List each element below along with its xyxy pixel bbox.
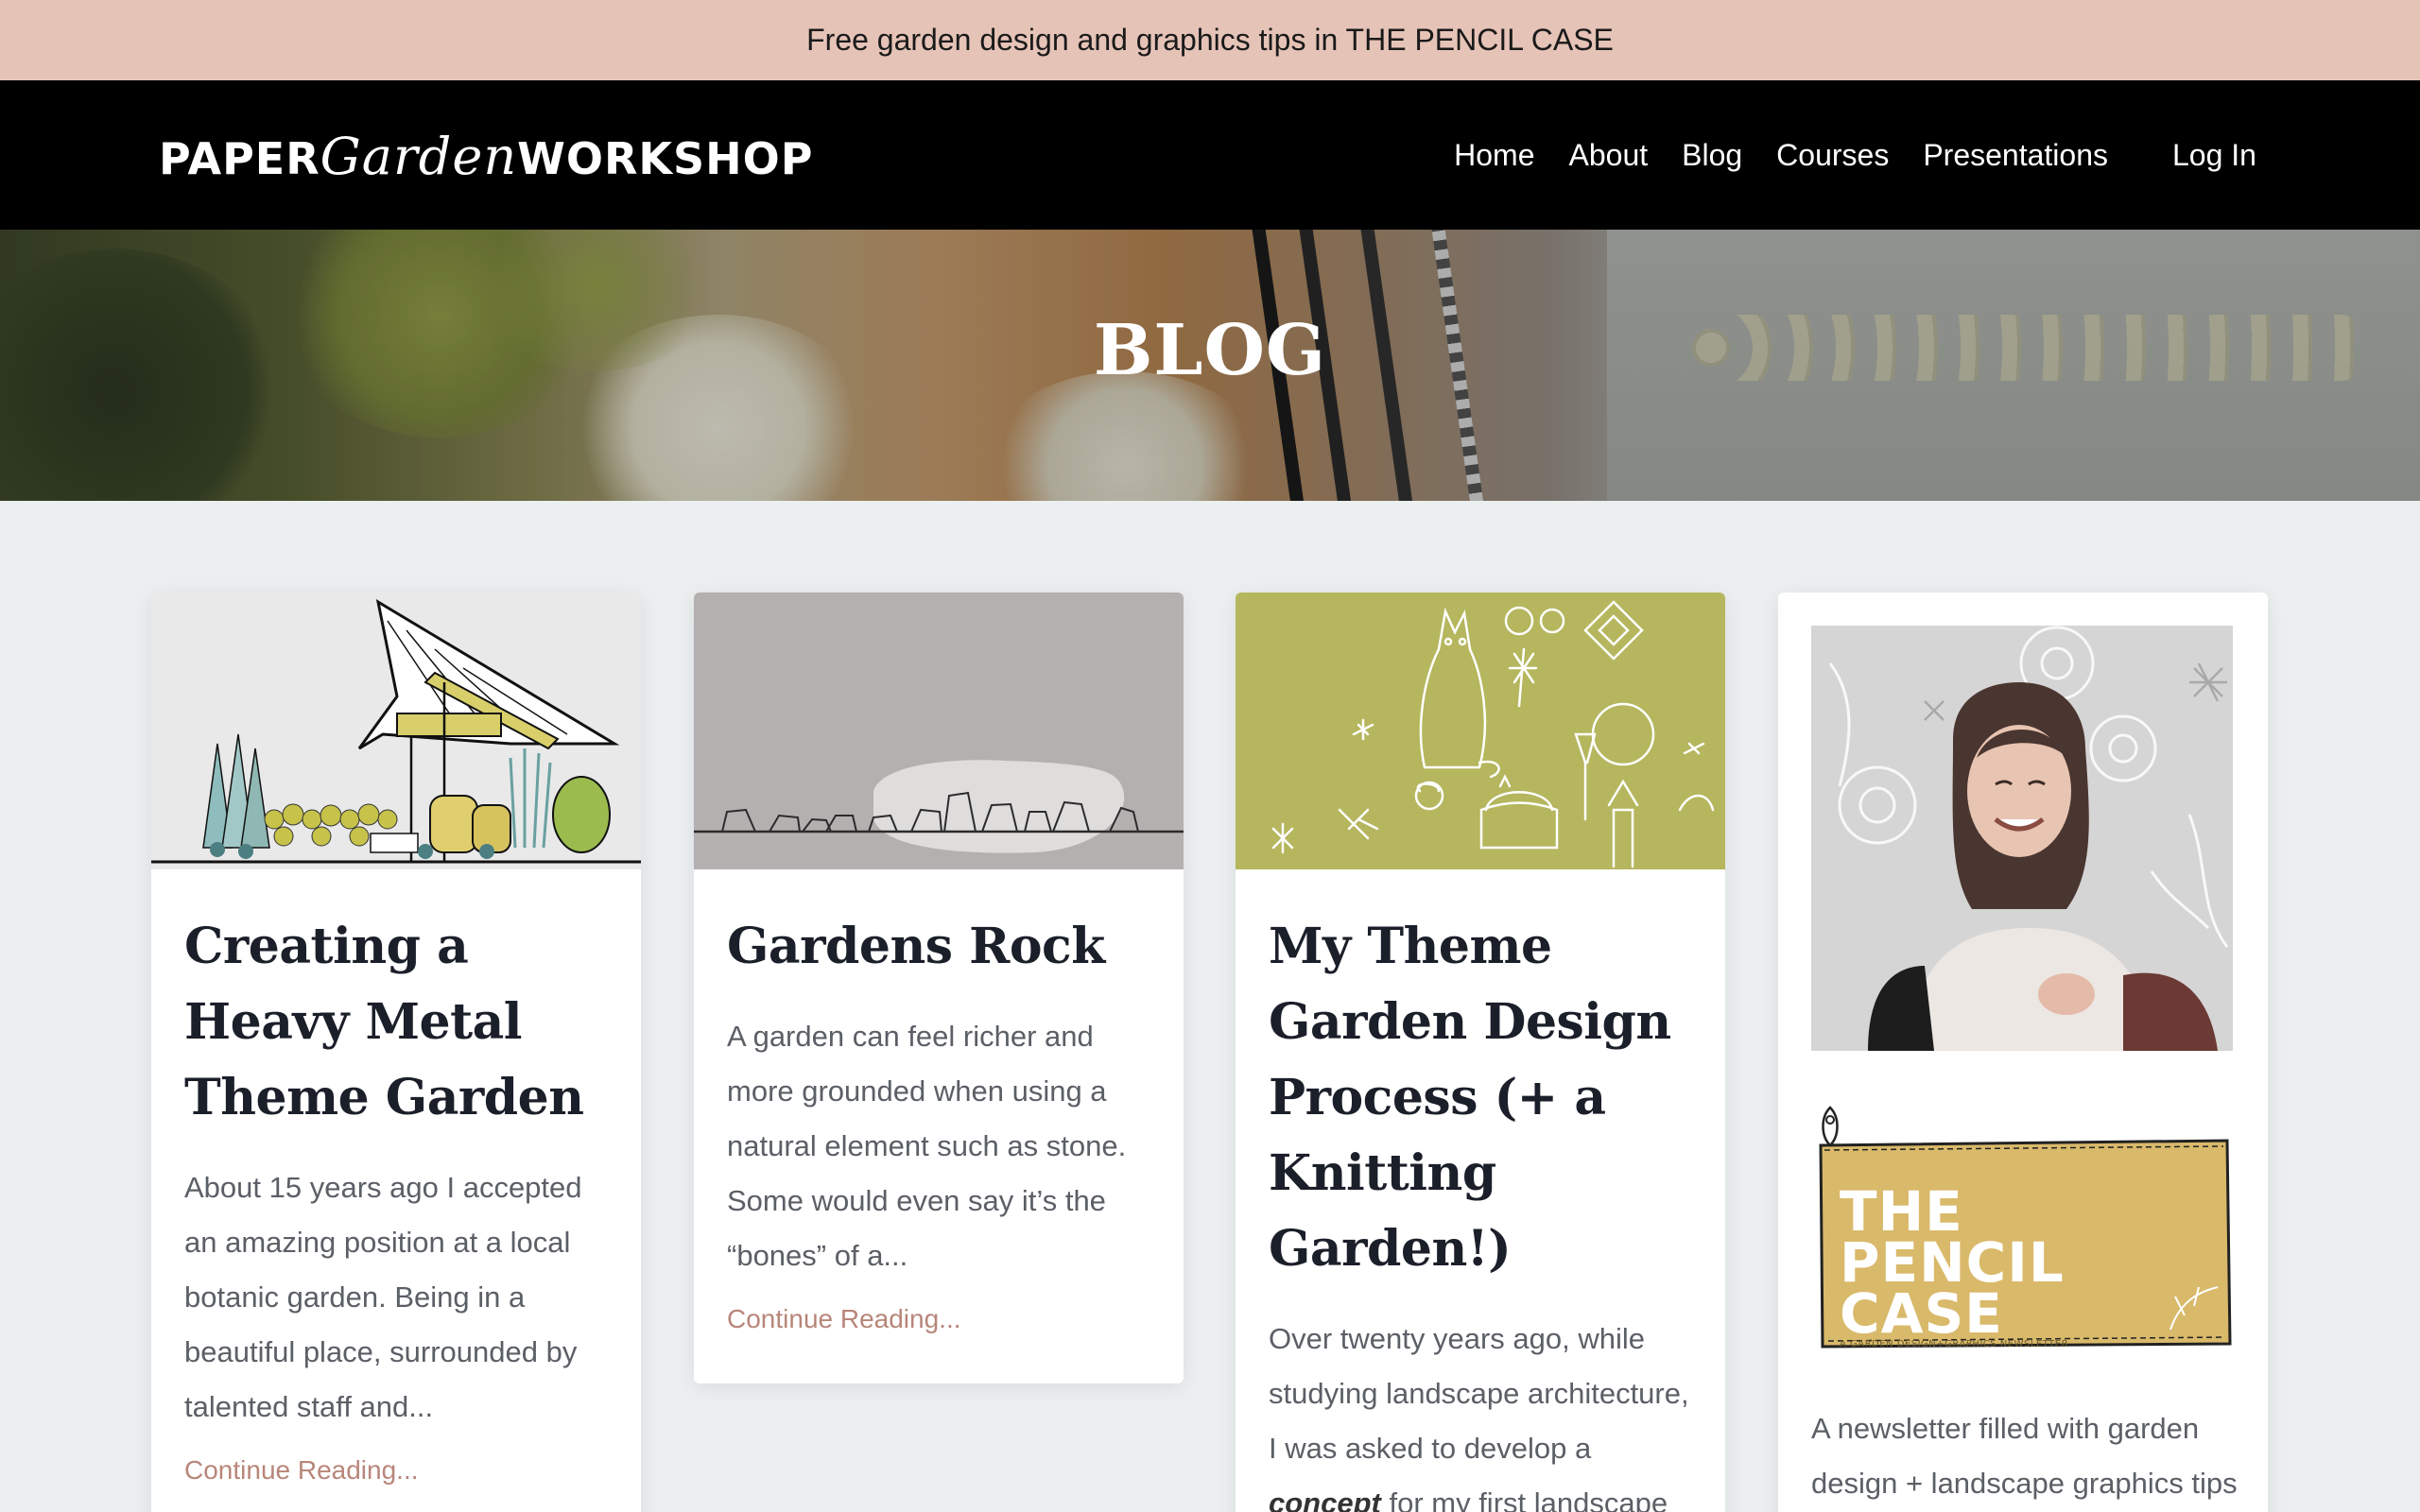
post-title[interactable]: My Theme Garden Design Process (+ a Knit…: [1269, 909, 1692, 1287]
pencil-case-title-line3: CASE: [1840, 1281, 2003, 1346]
author-portrait-illustration: [1811, 626, 2233, 1051]
post-excerpt: Over twenty years ago, while studying la…: [1269, 1312, 1692, 1512]
hero-banner: BLOG: [0, 230, 2420, 501]
post-thumbnail-heavy-metal[interactable]: [151, 593, 641, 869]
heavy-metal-garden-illustration: [151, 598, 641, 864]
post-thumbnail-theme-garden[interactable]: [1236, 593, 1725, 869]
page-title: BLOG: [1093, 310, 1327, 391]
author-photo: [1811, 626, 2233, 1051]
site-header: PAPERGardenWORKSHOP Home About Blog Cour…: [0, 80, 2420, 230]
newsletter-description: A newsletter filled with garden design +…: [1811, 1412, 2238, 1500]
post-card-theme-garden[interactable]: My Theme Garden Design Process (+ a Knit…: [1236, 593, 1725, 1512]
nav-courses[interactable]: Courses: [1776, 138, 1889, 173]
post-thumbnail-gardens-rock[interactable]: [694, 593, 1184, 869]
continue-reading-link[interactable]: Continue Reading...: [727, 1304, 1150, 1334]
theme-doodles-illustration: [1271, 600, 1715, 868]
rocks-illustration: [694, 760, 1184, 853]
logo-word-workshop: WORKSHOP: [517, 132, 814, 184]
excerpt-emphasis: concept: [1269, 1486, 1381, 1512]
pencil-case-subtitle: A GARDEN DESIGN+GRAPHICS NEWSLETTER: [1840, 1339, 2069, 1349]
announcement-bar[interactable]: Free garden design and graphics tips in …: [0, 0, 2420, 80]
logo-word-garden: Garden: [320, 126, 518, 186]
post-title[interactable]: Gardens Rock: [727, 909, 1150, 985]
logo-word-paper: PAPER: [159, 132, 320, 184]
main-nav: Home About Blog Courses Presentations: [1454, 80, 2108, 230]
newsletter-sidebar: THE PENCIL CASE A GARDEN DESIGN+GRAPHICS…: [1778, 593, 2268, 1512]
nav-presentations[interactable]: Presentations: [1923, 138, 2108, 173]
post-card-heavy-metal[interactable]: Creating a Heavy Metal Theme Garden Abou…: [151, 593, 641, 1512]
announcement-text[interactable]: Free garden design and graphics tips in …: [806, 23, 1614, 58]
post-excerpt: About 15 years ago I accepted an amazing…: [184, 1171, 582, 1423]
pencil-case-title-line2: PENCIL: [1840, 1230, 2065, 1295]
pencil-case-badge[interactable]: THE PENCIL CASE A GARDEN DESIGN+GRAPHICS…: [1811, 1103, 2233, 1358]
post-card-gardens-rock[interactable]: Gardens Rock A garden can feel richer an…: [694, 593, 1184, 1383]
excerpt-text-before: Over twenty years ago, while studying la…: [1269, 1322, 1689, 1465]
pencil-case-title: THE PENCIL CASE: [1840, 1179, 2065, 1346]
post-excerpt: A garden can feel richer and more ground…: [727, 1020, 1127, 1272]
nav-blog[interactable]: Blog: [1682, 138, 1742, 173]
nav-home[interactable]: Home: [1454, 138, 1534, 173]
pencil-case-title-line1: THE: [1840, 1179, 1963, 1244]
post-title[interactable]: Creating a Heavy Metal Theme Garden: [184, 909, 608, 1136]
nav-about[interactable]: About: [1569, 138, 1649, 173]
login-link[interactable]: Log In: [2172, 80, 2256, 230]
continue-reading-link[interactable]: Continue Reading...: [184, 1455, 608, 1486]
site-logo[interactable]: PAPERGardenWORKSHOP: [149, 109, 812, 203]
logo-wordmark: PAPERGardenWORKSHOP: [159, 127, 813, 186]
